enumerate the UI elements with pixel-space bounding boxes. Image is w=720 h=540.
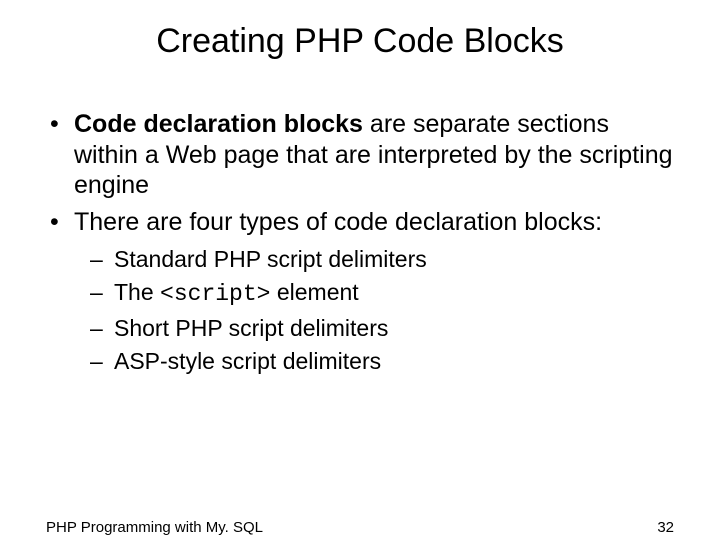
sub-bullet-text: ASP-style script delimiters <box>114 348 381 374</box>
sub-bullet-pre: The <box>114 279 160 305</box>
sub-bullet-item: The <script> element <box>86 276 674 311</box>
slide-title: Creating PHP Code Blocks <box>0 22 720 61</box>
sub-bullet-item: ASP-style script delimiters <box>86 345 674 378</box>
footer-left: PHP Programming with My. SQL <box>46 519 263 536</box>
sub-bullet-item: Short PHP script delimiters <box>86 312 674 345</box>
sub-bullet-post: element <box>270 279 358 305</box>
sub-bullet-item: Standard PHP script delimiters <box>86 243 674 276</box>
bullet-item: There are four types of code declaration… <box>46 207 674 379</box>
bullet-item: Code declaration blocks are separate sec… <box>46 109 674 201</box>
bullet-list: Code declaration blocks are separate sec… <box>46 109 674 378</box>
sub-bullet-code: <script> <box>160 281 270 307</box>
slide-body: Code declaration blocks are separate sec… <box>0 109 720 378</box>
sub-bullet-text: Short PHP script delimiters <box>114 315 388 341</box>
bullet-text: There are four types of code declaration… <box>74 208 602 236</box>
bullet-bold-prefix: Code declaration blocks <box>74 110 363 138</box>
sub-bullet-text: Standard PHP script delimiters <box>114 246 427 272</box>
page-number: 32 <box>657 519 674 536</box>
sub-bullet-list: Standard PHP script delimiters The <scri… <box>74 243 674 378</box>
slide: Creating PHP Code Blocks Code declaratio… <box>0 22 720 540</box>
